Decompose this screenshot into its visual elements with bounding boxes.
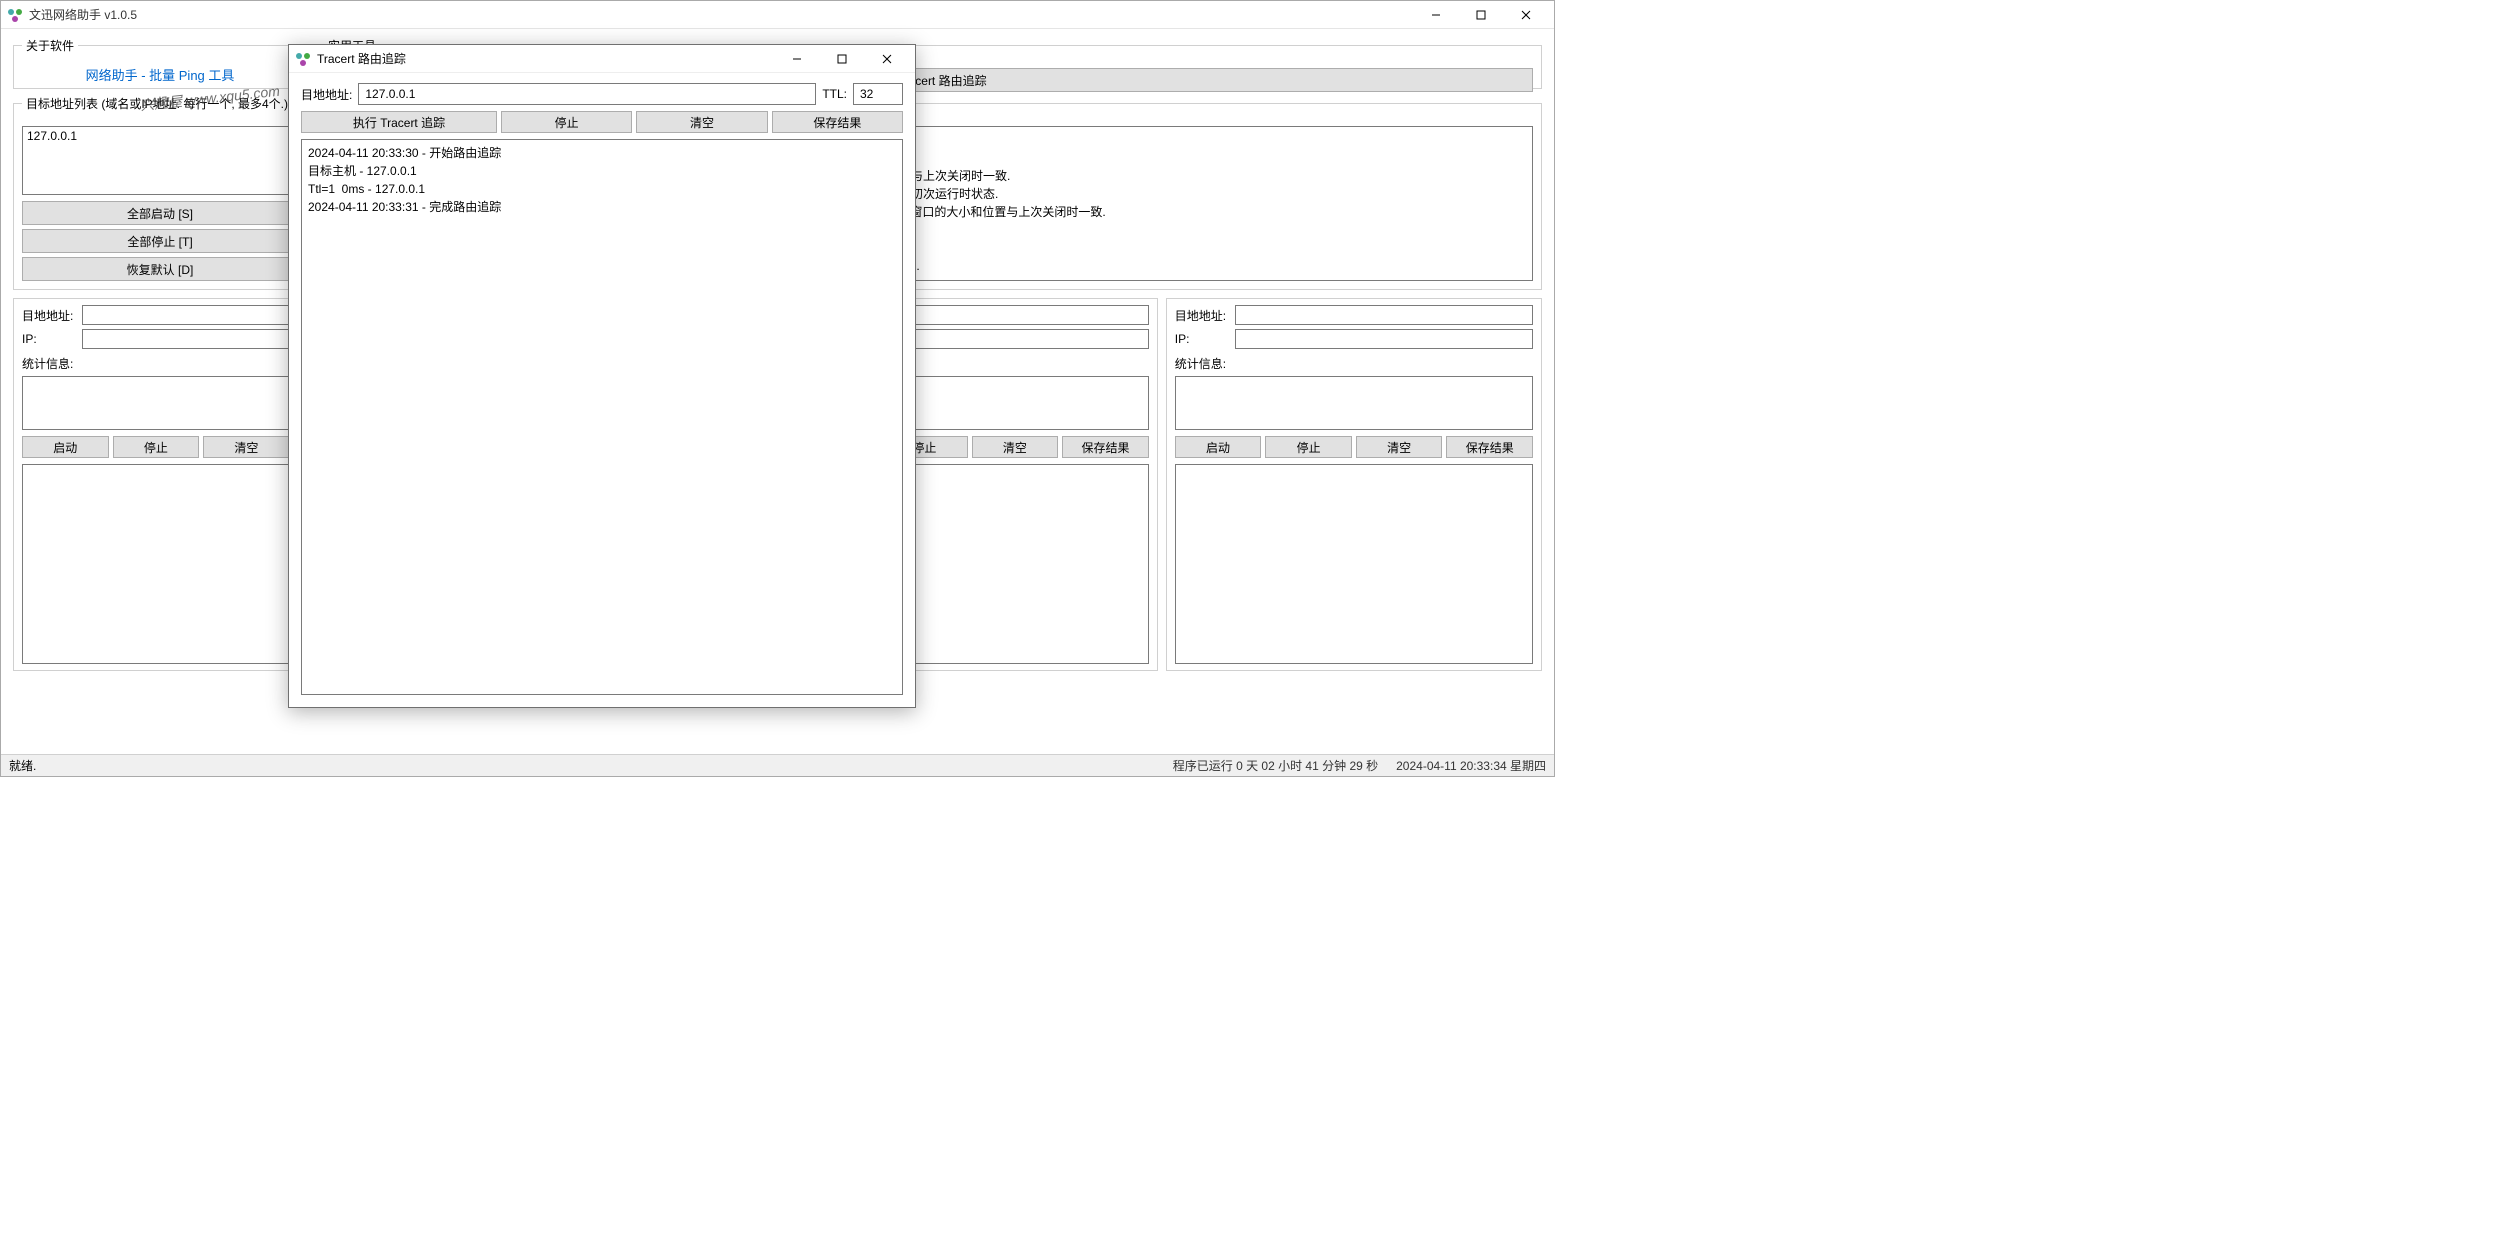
status-uptime: 程序已运行 0 天 02 小时 41 分钟 29 秒: [1173, 757, 1378, 774]
targets-group: 目标地址列表 (域名或IP地址. 每行一个, 最多4个.) 127.0.0.1 …: [13, 95, 307, 290]
panel-ip-label: IP:: [1175, 332, 1231, 346]
panel-clear-button[interactable]: 清空: [972, 436, 1059, 458]
dialog-app-icon: [295, 51, 311, 67]
main-titlebar: 文迅网络助手 v1.0.5: [1, 1, 1554, 29]
start-all-button[interactable]: 全部启动 [S]: [22, 201, 298, 225]
dialog-titlebar[interactable]: Tracert 路由追踪: [289, 45, 915, 73]
about-group: 关于软件 网络助手 - 批量 Ping 工具: [13, 37, 307, 89]
app-icon: [7, 7, 23, 23]
panel-target-input[interactable]: [1235, 305, 1533, 325]
stop-all-button[interactable]: 全部停止 [T]: [22, 229, 298, 253]
minimize-button[interactable]: [1413, 1, 1458, 28]
dialog-ttl-label: TTL:: [822, 87, 847, 101]
dialog-output[interactable]: 2024-04-11 20:33:30 - 开始路由追踪 目标主机 - 127.…: [301, 139, 903, 695]
ping-panel-4: 目地地址: IP: 统计信息: 启动 停止 清空 保存结果: [1166, 298, 1542, 671]
panel-save-button[interactable]: 保存结果: [1446, 436, 1533, 458]
status-datetime: 2024-04-11 20:33:34 星期四: [1396, 757, 1546, 774]
panel-stats-label: 统计信息:: [1175, 355, 1533, 372]
status-bar: 就绪. 程序已运行 0 天 02 小时 41 分钟 29 秒 2024-04-1…: [1, 754, 1554, 776]
dialog-ttl-input[interactable]: [853, 83, 903, 105]
close-button[interactable]: [1503, 1, 1548, 28]
panel-target-label: 目地地址:: [22, 307, 78, 324]
panel-stop-button[interactable]: 停止: [1265, 436, 1352, 458]
panel-log-box[interactable]: [1175, 464, 1533, 664]
dialog-minimize-button[interactable]: [774, 45, 819, 72]
panel-stop-button[interactable]: 停止: [113, 436, 200, 458]
about-legend: 关于软件: [22, 37, 78, 54]
panel-clear-button[interactable]: 清空: [1356, 436, 1443, 458]
panel-stats-box: [1175, 376, 1533, 430]
dialog-target-input[interactable]: [358, 83, 816, 105]
dialog-maximize-button[interactable]: [819, 45, 864, 72]
panel-start-button[interactable]: 启动: [22, 436, 109, 458]
maximize-button[interactable]: [1458, 1, 1503, 28]
targets-textarea[interactable]: 127.0.0.1: [22, 126, 298, 195]
targets-legend: 目标地址列表 (域名或IP地址. 每行一个, 最多4个.): [22, 95, 292, 112]
reset-default-button[interactable]: 恢复默认 [D]: [22, 257, 298, 281]
about-link[interactable]: 网络助手 - 批量 Ping 工具: [86, 65, 235, 84]
status-ready: 就绪.: [9, 757, 36, 774]
panel-ip-label: IP:: [22, 332, 78, 346]
panel-save-button[interactable]: 保存结果: [1062, 436, 1149, 458]
dialog-clear-button[interactable]: 清空: [636, 111, 767, 133]
panel-start-button[interactable]: 启动: [1175, 436, 1262, 458]
dialog-run-button[interactable]: 执行 Tracert 追踪: [301, 111, 497, 133]
dialog-title: Tracert 路由追踪: [317, 50, 774, 67]
panel-ip-input[interactable]: [1235, 329, 1533, 349]
panel-target-label: 目地地址:: [1175, 307, 1231, 324]
dialog-save-button[interactable]: 保存结果: [772, 111, 903, 133]
dialog-stop-button[interactable]: 停止: [501, 111, 632, 133]
dialog-close-button[interactable]: [864, 45, 909, 72]
dialog-target-label: 目地地址:: [301, 86, 352, 103]
tracert-dialog: Tracert 路由追踪 目地地址: TTL: 执行 Tracert 追踪 停止…: [288, 44, 916, 708]
main-window-title: 文迅网络助手 v1.0.5: [29, 6, 1413, 23]
panel-clear-button[interactable]: 清空: [203, 436, 290, 458]
